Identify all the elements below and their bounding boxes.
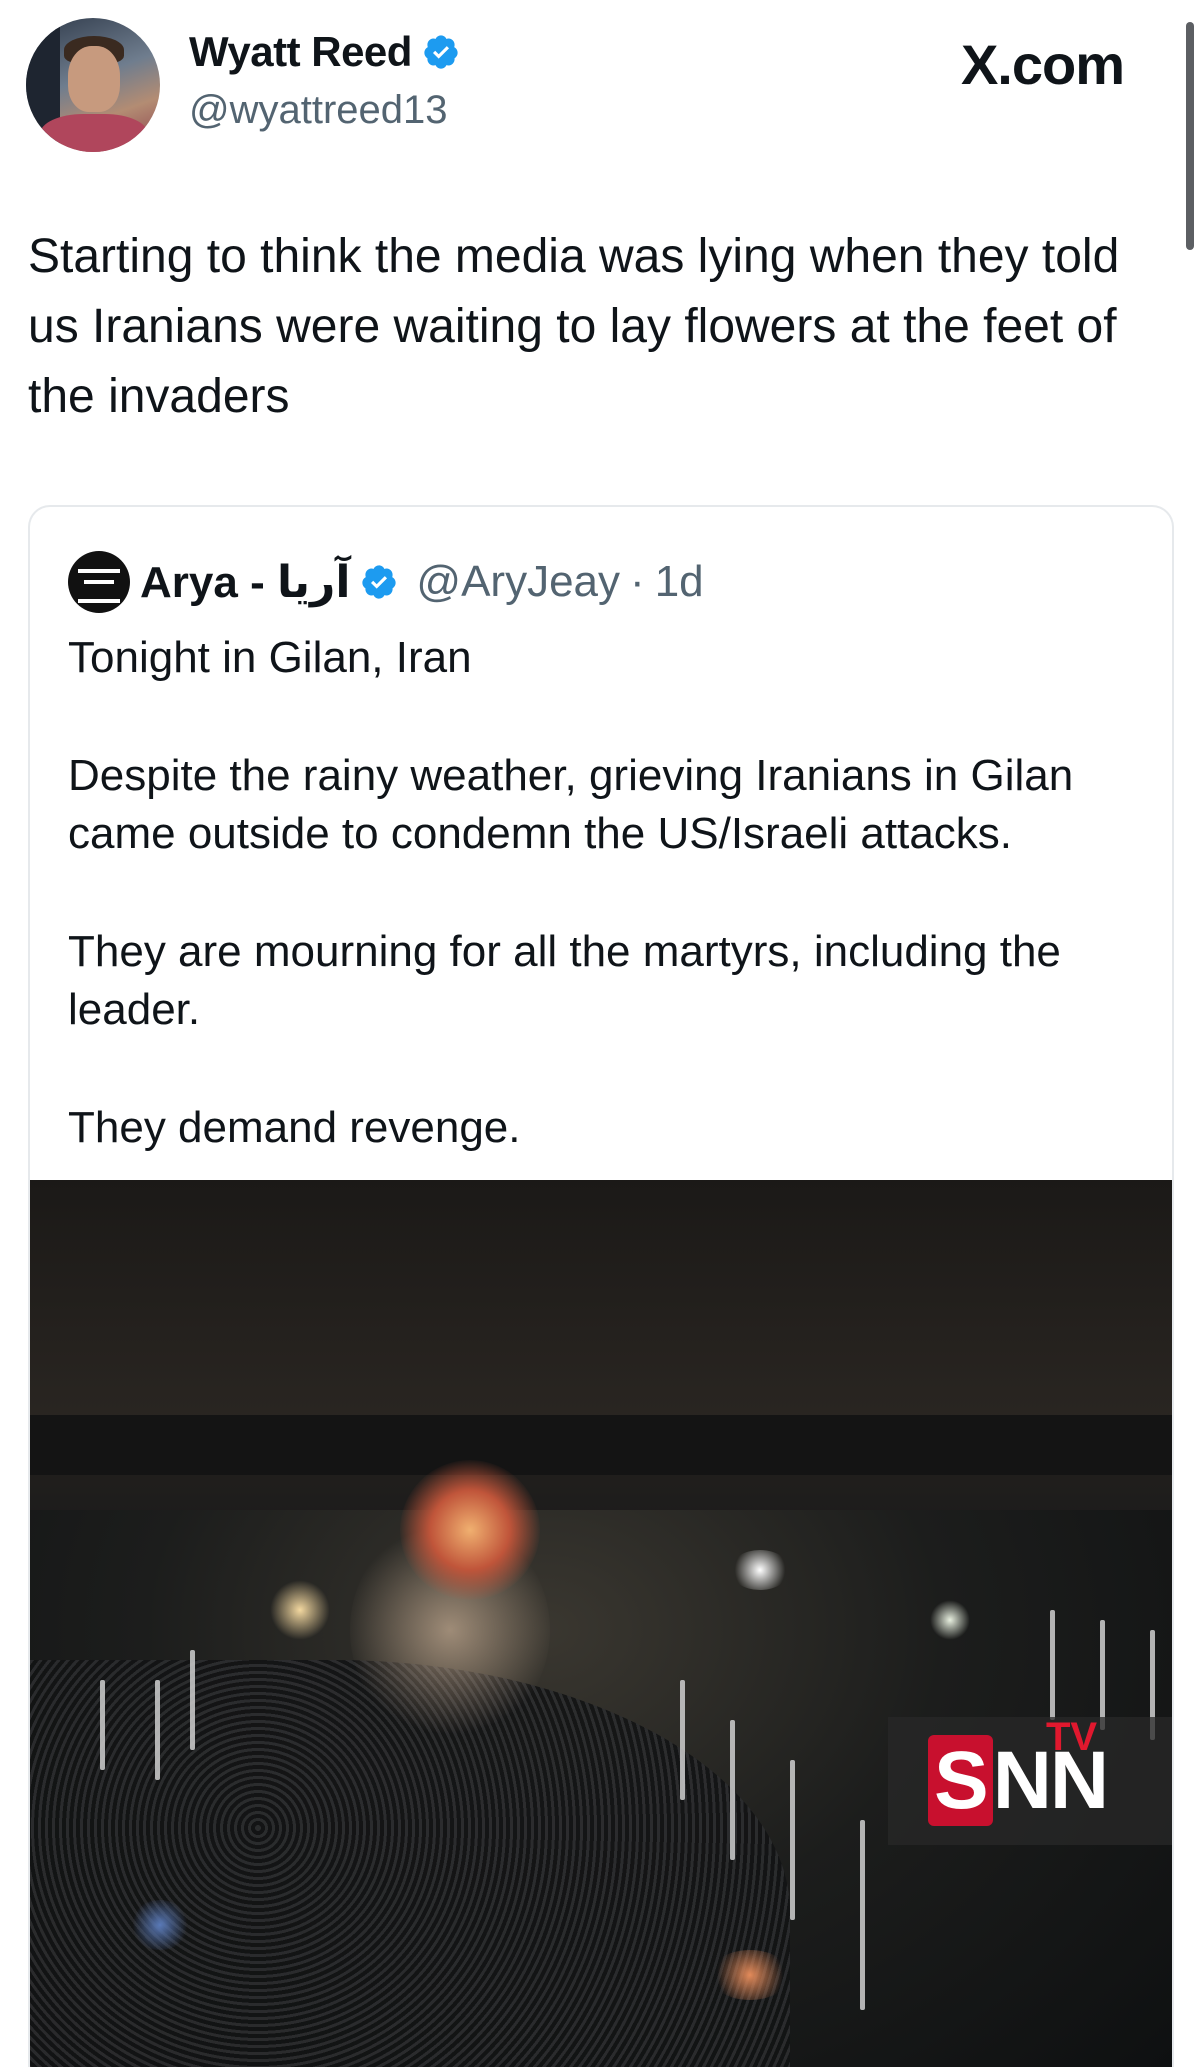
avatar-face bbox=[68, 46, 120, 112]
street-lamp bbox=[100, 1680, 105, 1770]
verified-badge-icon bbox=[424, 35, 458, 69]
media-light bbox=[270, 1580, 330, 1640]
quoted-paragraph: They are mourning for all the martyrs, i… bbox=[68, 927, 1061, 1034]
street-lamp bbox=[730, 1720, 735, 1860]
quoted-tweet-header: Arya - آریا @AryJeay · 1d bbox=[68, 551, 704, 613]
quoted-media-image[interactable]: SNN TV bbox=[30, 1180, 1172, 2067]
street-lamp bbox=[190, 1650, 195, 1750]
scrollbar-thumb[interactable] bbox=[1186, 22, 1194, 250]
tweet-header: Wyatt Reed @wyattreed13 X.com bbox=[26, 18, 1176, 153]
display-name[interactable]: Wyatt Reed bbox=[189, 28, 412, 76]
snn-tv-watermark: SNN TV bbox=[888, 1715, 1172, 1845]
street-lamp bbox=[860, 1820, 865, 2010]
avatar-shirt bbox=[40, 114, 148, 152]
separator-dot: · bbox=[630, 557, 645, 606]
media-light bbox=[730, 1550, 790, 1590]
quoted-avatar[interactable] bbox=[68, 551, 130, 613]
street-lamp bbox=[790, 1760, 795, 1920]
media-light bbox=[710, 1950, 790, 2000]
street-lamp bbox=[1050, 1610, 1055, 1720]
media-skyline bbox=[30, 1415, 1172, 1475]
quoted-timestamp[interactable]: 1d bbox=[655, 557, 704, 607]
quoted-paragraph: Tonight in Gilan, Iran bbox=[68, 633, 472, 682]
street-lamp bbox=[155, 1680, 160, 1780]
media-light bbox=[930, 1600, 970, 1640]
quoted-display-name[interactable]: Arya - آریا bbox=[140, 557, 350, 608]
quoted-handle[interactable]: @AryJeay bbox=[416, 557, 620, 607]
quoted-paragraph: They demand revenge. bbox=[68, 1103, 521, 1152]
quoted-tweet-body: Tonight in Gilan, Iran Despite the rainy… bbox=[68, 629, 1148, 1217]
media-sky bbox=[30, 1180, 1172, 1430]
media-light bbox=[130, 1900, 190, 1950]
quoted-paragraph: Despite the rainy weather, grieving Iran… bbox=[68, 751, 1074, 858]
name-row: Wyatt Reed bbox=[189, 28, 460, 76]
site-label: X.com bbox=[960, 33, 1125, 96]
user-handle[interactable]: @wyattreed13 bbox=[189, 88, 448, 133]
quoted-tweet-card[interactable]: Arya - آریا @AryJeay · 1d Tonight in Gil… bbox=[28, 505, 1174, 2067]
avatar[interactable] bbox=[26, 18, 160, 152]
watermark-s: S bbox=[928, 1735, 993, 1826]
media-light bbox=[400, 1460, 540, 1600]
watermark-tv: TV bbox=[1046, 1715, 1098, 1759]
tweet-text: Starting to think the media was lying wh… bbox=[28, 230, 1120, 423]
street-lamp bbox=[680, 1680, 685, 1800]
street-lamp bbox=[1100, 1620, 1105, 1730]
verified-badge-icon bbox=[362, 565, 397, 599]
